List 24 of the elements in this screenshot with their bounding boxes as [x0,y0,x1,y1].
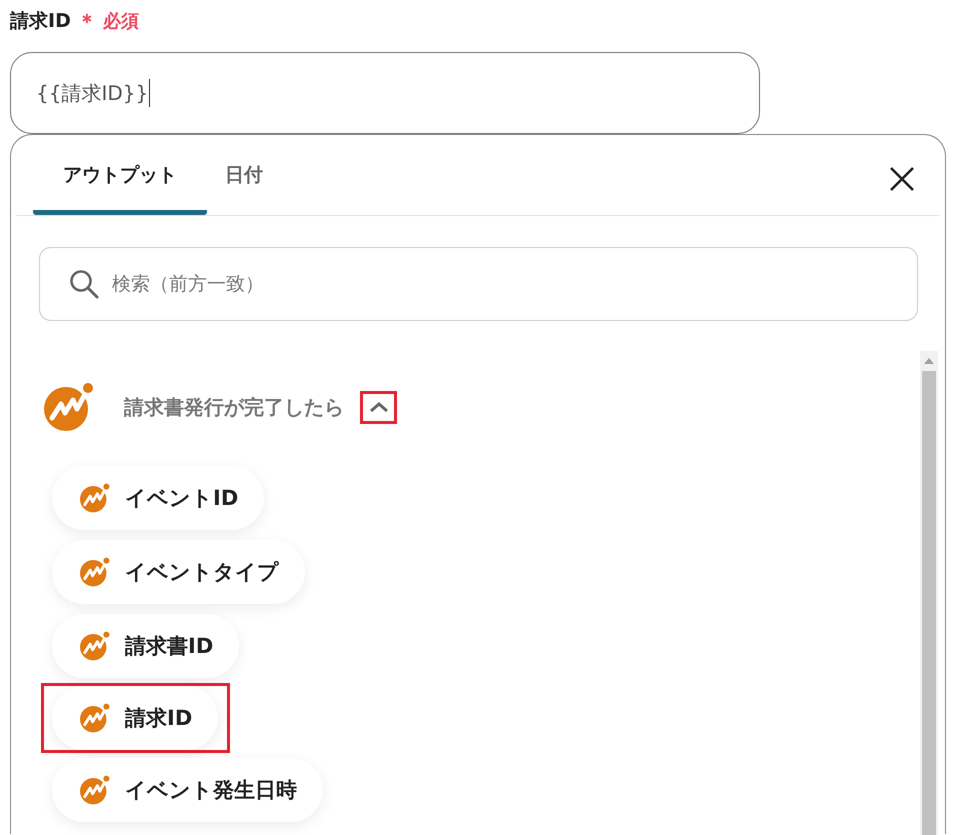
app-logo-icon [44,382,94,432]
output-chip[interactable]: イベントID [52,466,264,530]
field-label: 請求ID [10,9,71,34]
collapse-button[interactable] [360,390,397,424]
chevron-up-icon [368,400,390,414]
output-chip[interactable]: 請求書ID [52,614,240,678]
app-logo-icon [80,557,110,587]
tab[interactable]: 日付 [207,135,281,215]
close-button[interactable] [888,165,916,193]
app-logo-icon [80,703,110,733]
output-chip[interactable]: イベント発生日時 [52,758,323,822]
required-mark: ＊ [76,8,97,34]
tab[interactable]: アウトプット [33,135,207,215]
output-chip[interactable]: 請求ID [52,686,218,750]
search-field[interactable]: 検索（前方一致） [39,247,918,321]
app-logo-icon [80,483,110,513]
app-logo-icon [80,775,110,805]
scrollbar[interactable] [920,351,938,835]
app-logo-icon [80,631,110,661]
group-title: 請求書発行が完了したら [124,394,344,420]
required-label: 必須 [102,10,139,33]
text-field[interactable]: {{請求ID}} [10,52,760,134]
output-chip[interactable]: イベントタイプ [52,540,305,604]
field-value: {{請求ID}} [36,80,148,106]
